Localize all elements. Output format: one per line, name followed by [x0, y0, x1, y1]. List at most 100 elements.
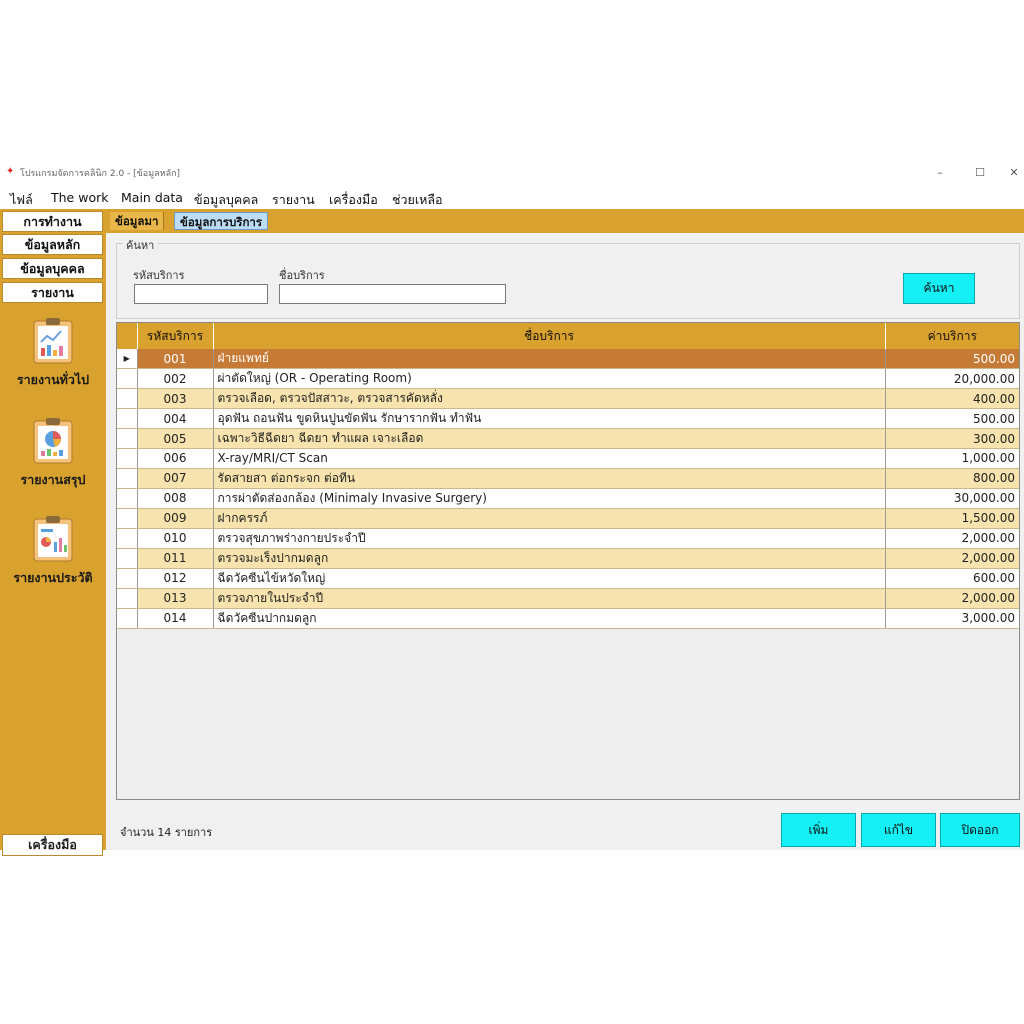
table-header-row: รหัสบริการ ชื่อบริการ ค่าบริการ — [117, 323, 1019, 349]
cell-code: 005 — [137, 428, 214, 449]
table-row[interactable]: 003 ตรวจเลือด, ตรวจปัสสาวะ, ตรวจสารคัดหลั… — [117, 388, 1019, 409]
close-window-button[interactable]: ✕ — [1004, 166, 1024, 179]
column-header-price[interactable]: ค่าบริการ — [885, 323, 1019, 349]
tab-service-data[interactable]: ข้อมูลการบริการ — [174, 212, 269, 230]
row-selector[interactable] — [117, 468, 138, 489]
menu-main-data[interactable]: Main data — [121, 190, 183, 205]
cell-name: ฝากครรภ์ — [213, 508, 886, 529]
table-row[interactable]: 013 ตรวจภายในประจำปี 2,000.00 — [117, 588, 1019, 609]
cell-name: ฉีดวัคซีนปากมดลูก — [213, 608, 886, 629]
row-selector-header — [117, 323, 138, 349]
record-count: จำนวน 14 รายการ — [120, 826, 213, 839]
cell-code: 011 — [137, 548, 214, 569]
row-pointer-icon[interactable]: ▶ — [117, 349, 138, 369]
report-general[interactable]: รายงานทั่วไป — [0, 316, 106, 390]
menu-report[interactable]: รายงาน — [272, 190, 315, 210]
maximize-button[interactable]: ☐ — [970, 166, 990, 179]
row-selector[interactable] — [117, 528, 138, 549]
column-header-name[interactable]: ชื่อบริการ — [213, 323, 886, 349]
sidebar-item-person-data[interactable]: ข้อมูลบุคคล — [2, 258, 103, 279]
menu-the-work[interactable]: The work — [51, 190, 108, 205]
cell-price: 300.00 — [885, 428, 1019, 449]
report-summary-label: รายงานสรุป — [20, 472, 86, 487]
table-row[interactable]: 010 ตรวจสุขภาพร่างกายประจำปี 2,000.00 — [117, 528, 1019, 549]
title-bar: ✦ โปรแกรมจัดการคลินิก 2.0 - [ข้อมูลหลัก]… — [0, 166, 1024, 184]
row-selector[interactable] — [117, 408, 138, 429]
service-name-input[interactable] — [279, 284, 506, 304]
sidebar-item-main-data[interactable]: ข้อมูลหลัก — [2, 234, 103, 255]
app-icon: ✦ — [6, 166, 15, 177]
cell-code: 004 — [137, 408, 214, 429]
column-header-code[interactable]: รหัสบริการ — [137, 323, 214, 349]
search-group: ค้นหา รหัสบริการ ชื่อบริการ ค้นหา — [116, 236, 1020, 319]
cell-name: รัดสายสา ต่อกระจก ต่อทีน — [213, 468, 886, 489]
row-selector[interactable] — [117, 608, 138, 629]
add-button[interactable]: เพิ่ม — [781, 813, 856, 847]
service-code-input[interactable] — [134, 284, 268, 304]
table-row[interactable]: 012 ฉีดวัคซีนไข้หวัดใหญ่ 600.00 — [117, 568, 1019, 589]
sidebar-item-work[interactable]: การทำงาน — [2, 211, 103, 232]
row-selector[interactable] — [117, 548, 138, 569]
search-button[interactable]: ค้นหา — [903, 273, 975, 304]
table-row[interactable]: 006 X-ray/MRI/CT Scan 1,000.00 — [117, 448, 1019, 469]
cell-price: 3,000.00 — [885, 608, 1019, 629]
row-selector[interactable] — [117, 428, 138, 449]
table-row[interactable]: 014 ฉีดวัคซีนปากมดลูก 3,000.00 — [117, 608, 1019, 629]
sidebar-item-tools[interactable]: เครื่องมือ — [2, 834, 103, 856]
cell-price: 30,000.00 — [885, 488, 1019, 509]
cell-name: ตรวจเลือด, ตรวจปัสสาวะ, ตรวจสารคัดหลั่ง — [213, 388, 886, 409]
row-selector[interactable] — [117, 588, 138, 609]
menu-file[interactable]: ไฟล์ — [10, 190, 33, 210]
cell-code: 006 — [137, 448, 214, 469]
row-selector[interactable] — [117, 368, 138, 389]
sidebar: การทำงาน ข้อมูลหลัก ข้อมูลบุคคล รายงาน ร… — [0, 209, 106, 856]
cell-name: ผ่าตัดใหญ่ (OR - Operating Room) — [213, 368, 886, 389]
table-row[interactable]: 007 รัดสายสา ต่อกระจก ต่อทีน 800.00 — [117, 468, 1019, 489]
table-row[interactable]: 011 ตรวจมะเร็งปากมดลูก 2,000.00 — [117, 548, 1019, 569]
cell-price: 2,000.00 — [885, 588, 1019, 609]
service-code-label: รหัสบริการ — [133, 269, 185, 282]
cell-code: 009 — [137, 508, 214, 529]
menu-bar: ไฟล์ The work Main data ข้อมูลบุคคล รายง… — [0, 187, 1024, 209]
clipboard-pie-icon — [30, 416, 76, 464]
cell-code: 001 — [137, 349, 214, 369]
menu-help[interactable]: ช่วยเหลือ — [392, 190, 443, 210]
row-selector[interactable] — [117, 448, 138, 469]
cell-price: 2,000.00 — [885, 528, 1019, 549]
table-body: ▶ 001 ฝ่ายแพทย์ 500.00 002 ผ่าตัดใหญ่ (OR - O… — [117, 349, 1019, 629]
window-title: โปรแกรมจัดการคลินิก 2.0 - [ข้อมูลหลัก] — [20, 169, 181, 179]
row-selector[interactable] — [117, 388, 138, 409]
report-summary[interactable]: รายงานสรุป — [0, 416, 106, 490]
tab-main-data[interactable]: ข้อมูลมา — [110, 212, 165, 230]
cell-code: 003 — [137, 388, 214, 409]
cell-code: 014 — [137, 608, 214, 629]
report-general-label: รายงานทั่วไป — [16, 372, 90, 387]
cell-name: X-ray/MRI/CT Scan — [213, 448, 886, 469]
table-row[interactable]: 009 ฝากครรภ์ 1,500.00 — [117, 508, 1019, 529]
table-row[interactable]: ▶ 001 ฝ่ายแพทย์ 500.00 — [117, 349, 1019, 369]
search-group-label: ค้นหา — [123, 236, 158, 254]
close-button[interactable]: ปิดออก — [940, 813, 1020, 847]
menu-tools[interactable]: เครื่องมือ — [329, 190, 378, 210]
table-row[interactable]: 004 อุดฟัน ถอนฟัน ขูดหินปูนขัดฟัน รักษารา… — [117, 408, 1019, 429]
cell-name: ตรวจมะเร็งปากมดลูก — [213, 548, 886, 569]
cell-price: 600.00 — [885, 568, 1019, 589]
table-row[interactable]: 005 เฉพาะวิธีฉีดยา ฉีดยา ทำแผล เจาะเลือด 3… — [117, 428, 1019, 449]
row-selector[interactable] — [117, 508, 138, 529]
sidebar-item-report[interactable]: รายงาน — [2, 282, 103, 303]
menu-person-data[interactable]: ข้อมูลบุคคล — [194, 190, 258, 210]
cell-price: 800.00 — [885, 468, 1019, 489]
content-panel: ค้นหา รหัสบริการ ชื่อบริการ ค้นหา รหัสบร… — [106, 233, 1024, 850]
row-selector[interactable] — [117, 568, 138, 589]
table-row[interactable]: 002 ผ่าตัดใหญ่ (OR - Operating Room) 20,00… — [117, 368, 1019, 389]
edit-button[interactable]: แก้ไข — [861, 813, 936, 847]
clipboard-bar-icon — [30, 514, 76, 562]
cell-code: 012 — [137, 568, 214, 589]
report-history[interactable]: รายงานประวัติ — [0, 514, 106, 588]
row-selector[interactable] — [117, 488, 138, 509]
cell-name: อุดฟัน ถอนฟัน ขูดหินปูนขัดฟัน รักษารากฟั… — [213, 408, 886, 429]
service-grid[interactable]: รหัสบริการ ชื่อบริการ ค่าบริการ ▶ 001 ฝ่าย… — [116, 322, 1020, 800]
minimize-button[interactable]: – — [930, 166, 950, 179]
cell-code: 013 — [137, 588, 214, 609]
table-row[interactable]: 008 การผ่าตัดส่องกล้อง (Minimaly Invasive… — [117, 488, 1019, 509]
